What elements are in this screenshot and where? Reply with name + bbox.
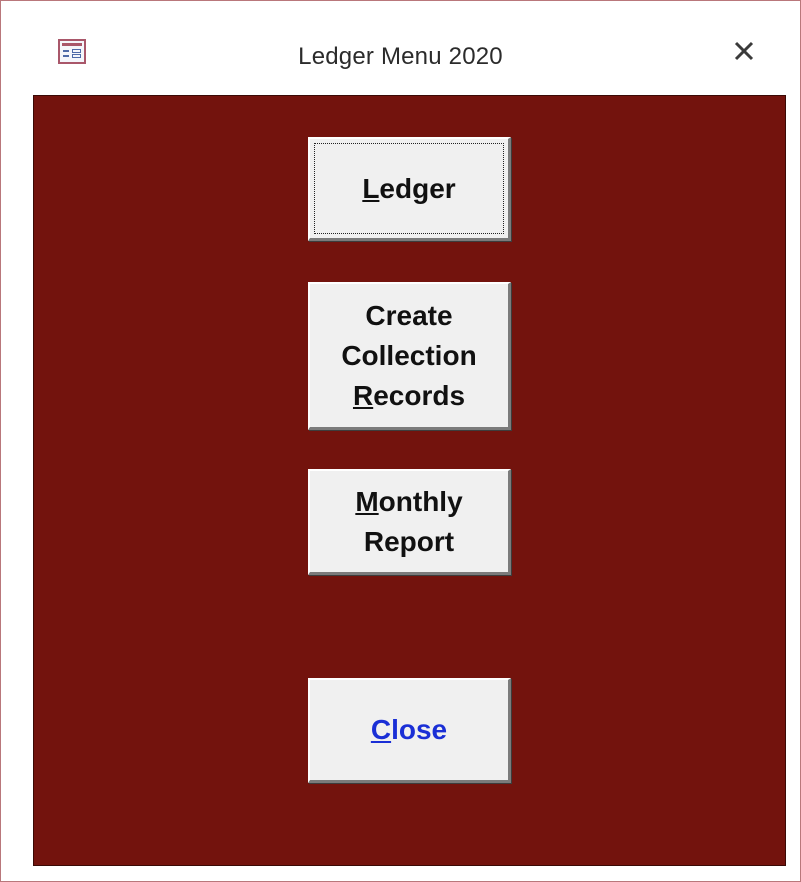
create-label-line3-rest: ecords <box>373 379 466 411</box>
close-window-button[interactable] <box>724 31 764 71</box>
window-title: Ledger Menu 2020 <box>298 43 503 70</box>
monthly-label-line1-rest: onthly <box>378 485 463 517</box>
close-label-rest: lose <box>391 714 448 745</box>
close-icon <box>734 41 754 61</box>
close-button-label: Close <box>371 710 447 750</box>
ledger-label-rest: edger <box>379 172 456 204</box>
close-accel-key: C <box>370 714 392 745</box>
monthly-report-button[interactable]: Monthly Report <box>308 469 511 575</box>
monthly-label-line2: Report <box>363 525 455 557</box>
title-bar[interactable]: Ledger Menu 2020 <box>1 1 800 95</box>
ledger-button-label: Ledger <box>362 169 455 209</box>
close-button[interactable]: Close <box>308 678 511 783</box>
form-body: Ledger Create Collection Records Monthly… <box>33 95 786 866</box>
records-accel-key: R <box>352 379 374 411</box>
monthly-report-label: Monthly Report <box>355 482 462 562</box>
monthly-accel-key: M <box>355 485 379 517</box>
ledger-button[interactable]: Ledger <box>308 137 511 241</box>
create-label-line1: Create <box>365 299 453 331</box>
ledger-accel-key: L <box>362 172 380 204</box>
create-collection-records-label: Create Collection Records <box>341 296 476 416</box>
create-collection-records-button[interactable]: Create Collection Records <box>308 282 511 430</box>
create-label-line2: Collection <box>341 339 477 371</box>
dialog-window: Ledger Menu 2020 Ledger Create Collectio… <box>0 0 801 882</box>
